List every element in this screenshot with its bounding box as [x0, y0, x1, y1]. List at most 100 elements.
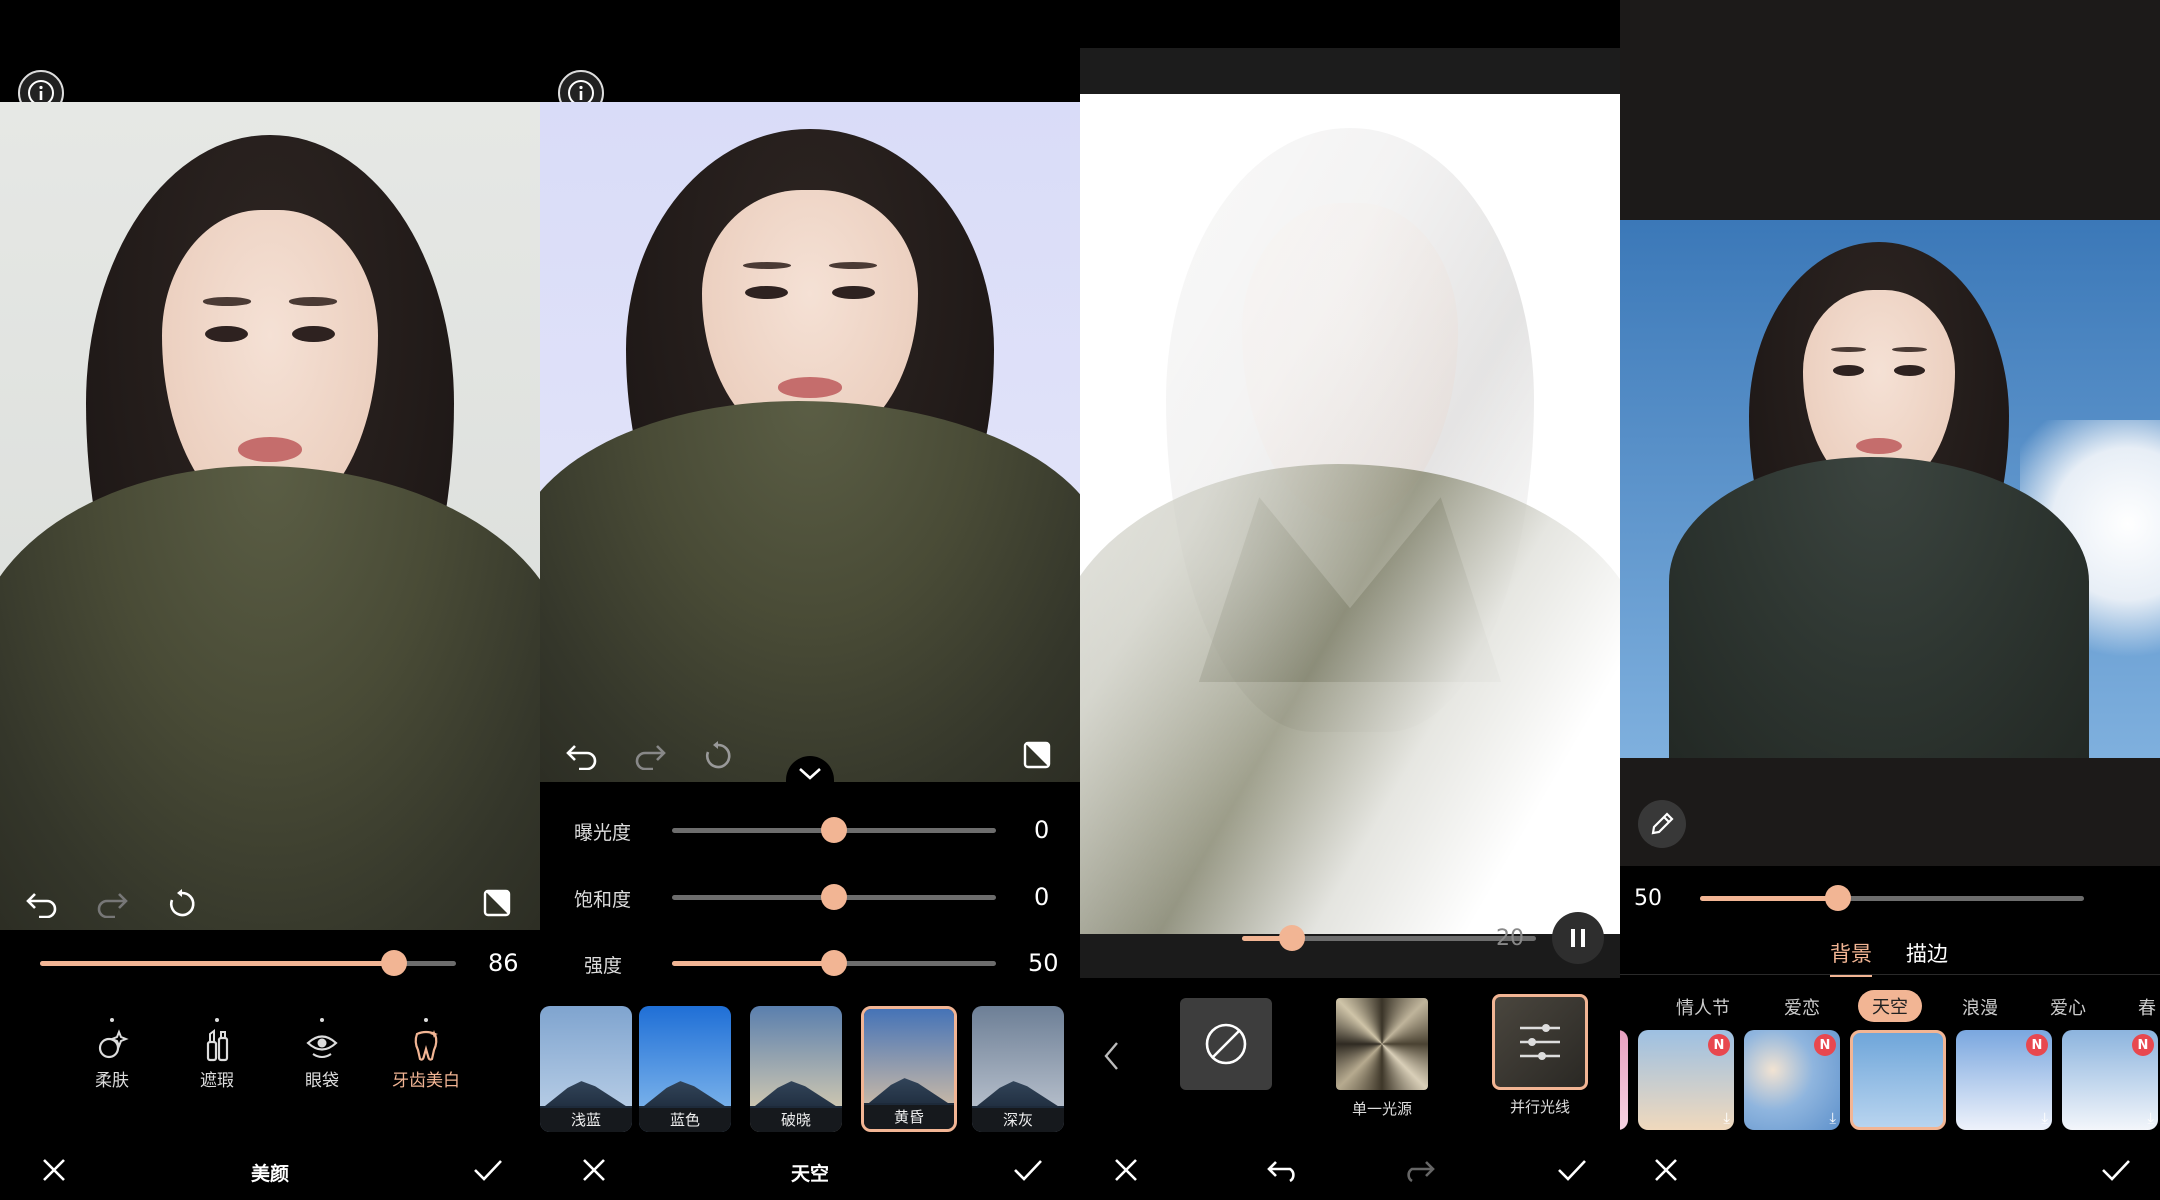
photo-preview	[1080, 94, 1620, 934]
slider-value: 20	[1496, 926, 1524, 951]
redo-icon	[1407, 1161, 1435, 1182]
photo-preview	[1620, 220, 2160, 758]
slider-knob[interactable]	[1278, 925, 1305, 951]
slider-label-exposure: 曝光度	[574, 822, 632, 844]
undo-button[interactable]	[1262, 1150, 1306, 1190]
slider-knob[interactable]	[380, 950, 407, 976]
strength-slider[interactable]	[672, 950, 996, 976]
sky-panel: 曝光度 0 饱和度 0 强度 50 浅蓝 蓝色 破晓 黄昏 深灰 天空	[540, 0, 1080, 1200]
reset-button[interactable]	[696, 736, 740, 776]
undo-button[interactable]	[20, 884, 64, 924]
scroll-left-button[interactable]	[1096, 1036, 1126, 1076]
pause-icon	[1571, 929, 1585, 947]
confirm-button[interactable]	[468, 1152, 508, 1188]
tab-background[interactable]: 背景	[1830, 938, 1872, 977]
light-slider[interactable]	[1242, 925, 1536, 951]
background-panel: 50 背景 描边 : 情人节 爱恋 天空 浪漫 爱心 春 N ⤓ N ⤓ N ⤓…	[1620, 0, 2160, 1200]
chevron-left-icon	[1104, 1042, 1118, 1070]
exposure-value: 0	[1034, 816, 1050, 844]
tooth-icon	[414, 1030, 438, 1061]
tool-soft-skin[interactable]: 柔肤	[82, 1018, 142, 1091]
sky-thumb-3-selected[interactable]	[1850, 1030, 1946, 1130]
sky-thumb-5[interactable]: N ⤓	[2062, 1030, 2158, 1130]
preset-dusk[interactable]: 黄昏	[861, 1006, 957, 1132]
saturation-slider[interactable]	[672, 884, 996, 910]
check-icon	[1014, 1160, 1042, 1181]
undo-button[interactable]	[560, 736, 604, 776]
category-love[interactable]: 爱恋	[1784, 994, 1820, 1020]
intensity-slider[interactable]	[40, 950, 456, 976]
panel-title: 天空	[790, 1163, 829, 1185]
slider-value: 86	[488, 949, 519, 977]
compare-button[interactable]	[476, 882, 518, 924]
confirm-button[interactable]	[2096, 1152, 2136, 1188]
redo-button[interactable]	[628, 736, 672, 776]
exposure-slider[interactable]	[672, 817, 996, 843]
saturation-value: 0	[1034, 883, 1050, 911]
undo-icon	[26, 893, 57, 918]
category-spring[interactable]: 春	[2138, 994, 2160, 1020]
cancel-button[interactable]	[1108, 1152, 1144, 1188]
sky-thumb-2[interactable]: N ⤓	[1744, 1030, 1840, 1130]
redo-icon	[635, 745, 666, 770]
light-option-none[interactable]	[1180, 998, 1272, 1090]
preset-dark-gray[interactable]: 深灰	[972, 1006, 1064, 1132]
sky-thumb-4[interactable]: N ⤓	[1956, 1030, 2052, 1130]
category-romantic[interactable]: 浪漫	[1962, 994, 1998, 1020]
check-icon	[2102, 1160, 2130, 1181]
sky-thumb-partial[interactable]	[1620, 1030, 1628, 1130]
parallel-light-icon	[1492, 994, 1588, 1090]
slider-knob[interactable]	[821, 950, 847, 976]
strength-value: 50	[1028, 949, 1059, 977]
reset-icon	[170, 889, 195, 917]
opacity-slider[interactable]	[1700, 885, 2084, 911]
reset-icon	[706, 741, 731, 769]
redo-button[interactable]	[90, 884, 134, 924]
preset-dawn[interactable]: 破晓	[750, 1006, 842, 1132]
photo-preview	[540, 102, 1080, 782]
tool-teeth-whitening[interactable]: 牙齿美白	[386, 1018, 466, 1091]
preset-blue[interactable]: 蓝色	[639, 1006, 731, 1132]
slider-knob[interactable]	[821, 884, 847, 910]
pause-button[interactable]	[1552, 912, 1604, 964]
confirm-button[interactable]	[1552, 1152, 1592, 1188]
close-icon	[1115, 1159, 1137, 1181]
compare-button[interactable]	[1016, 734, 1058, 776]
category-bar: : 情人节 爱恋 天空 浪漫 爱心 春	[1620, 990, 2160, 1022]
download-icon: ⤓	[1829, 1109, 1836, 1127]
light-option-single[interactable]: 单一光源	[1336, 998, 1428, 1119]
category-heart[interactable]: 爱心	[2050, 994, 2086, 1020]
eye-bag-icon	[306, 1035, 338, 1058]
panel-title: 美颜	[250, 1163, 289, 1185]
compare-icon	[1023, 741, 1051, 769]
edit-button[interactable]	[1638, 800, 1686, 848]
confirm-button[interactable]	[1008, 1152, 1048, 1188]
top-bar	[1080, 48, 1620, 94]
tab-stroke[interactable]: 描边	[1906, 938, 1948, 968]
close-icon	[1655, 1159, 1677, 1181]
slider-knob[interactable]	[821, 817, 847, 843]
tool-concealer[interactable]: 遮瑕	[187, 1018, 247, 1091]
sky-thumb-1[interactable]: N ⤓	[1638, 1030, 1734, 1130]
light-option-parallel[interactable]: 并行光线	[1492, 994, 1588, 1117]
check-icon	[474, 1160, 502, 1181]
check-icon	[1558, 1160, 1586, 1181]
tool-eye-bag[interactable]: 眼袋	[292, 1018, 352, 1091]
undo-icon	[1267, 1161, 1295, 1182]
preset-light-blue[interactable]: 浅蓝	[540, 1006, 632, 1132]
soft-skin-icon	[98, 1029, 129, 1059]
single-light-icon	[1336, 998, 1428, 1090]
slider-value: 50	[1634, 886, 1662, 911]
redo-button[interactable]	[1396, 1150, 1440, 1190]
slider-label-saturation: 饱和度	[574, 889, 632, 911]
reset-button[interactable]	[160, 884, 204, 924]
category-valentine[interactable]: 情人节	[1676, 994, 1730, 1020]
none-icon	[1205, 1023, 1247, 1065]
download-icon: ⤓	[2147, 1109, 2154, 1127]
undo-icon	[566, 745, 597, 770]
divider	[1620, 974, 2160, 975]
category-sky[interactable]: 天空	[1858, 990, 1922, 1022]
slider-label-strength: 强度	[584, 955, 623, 977]
cancel-button[interactable]	[1648, 1152, 1684, 1188]
photo-preview	[0, 102, 540, 930]
